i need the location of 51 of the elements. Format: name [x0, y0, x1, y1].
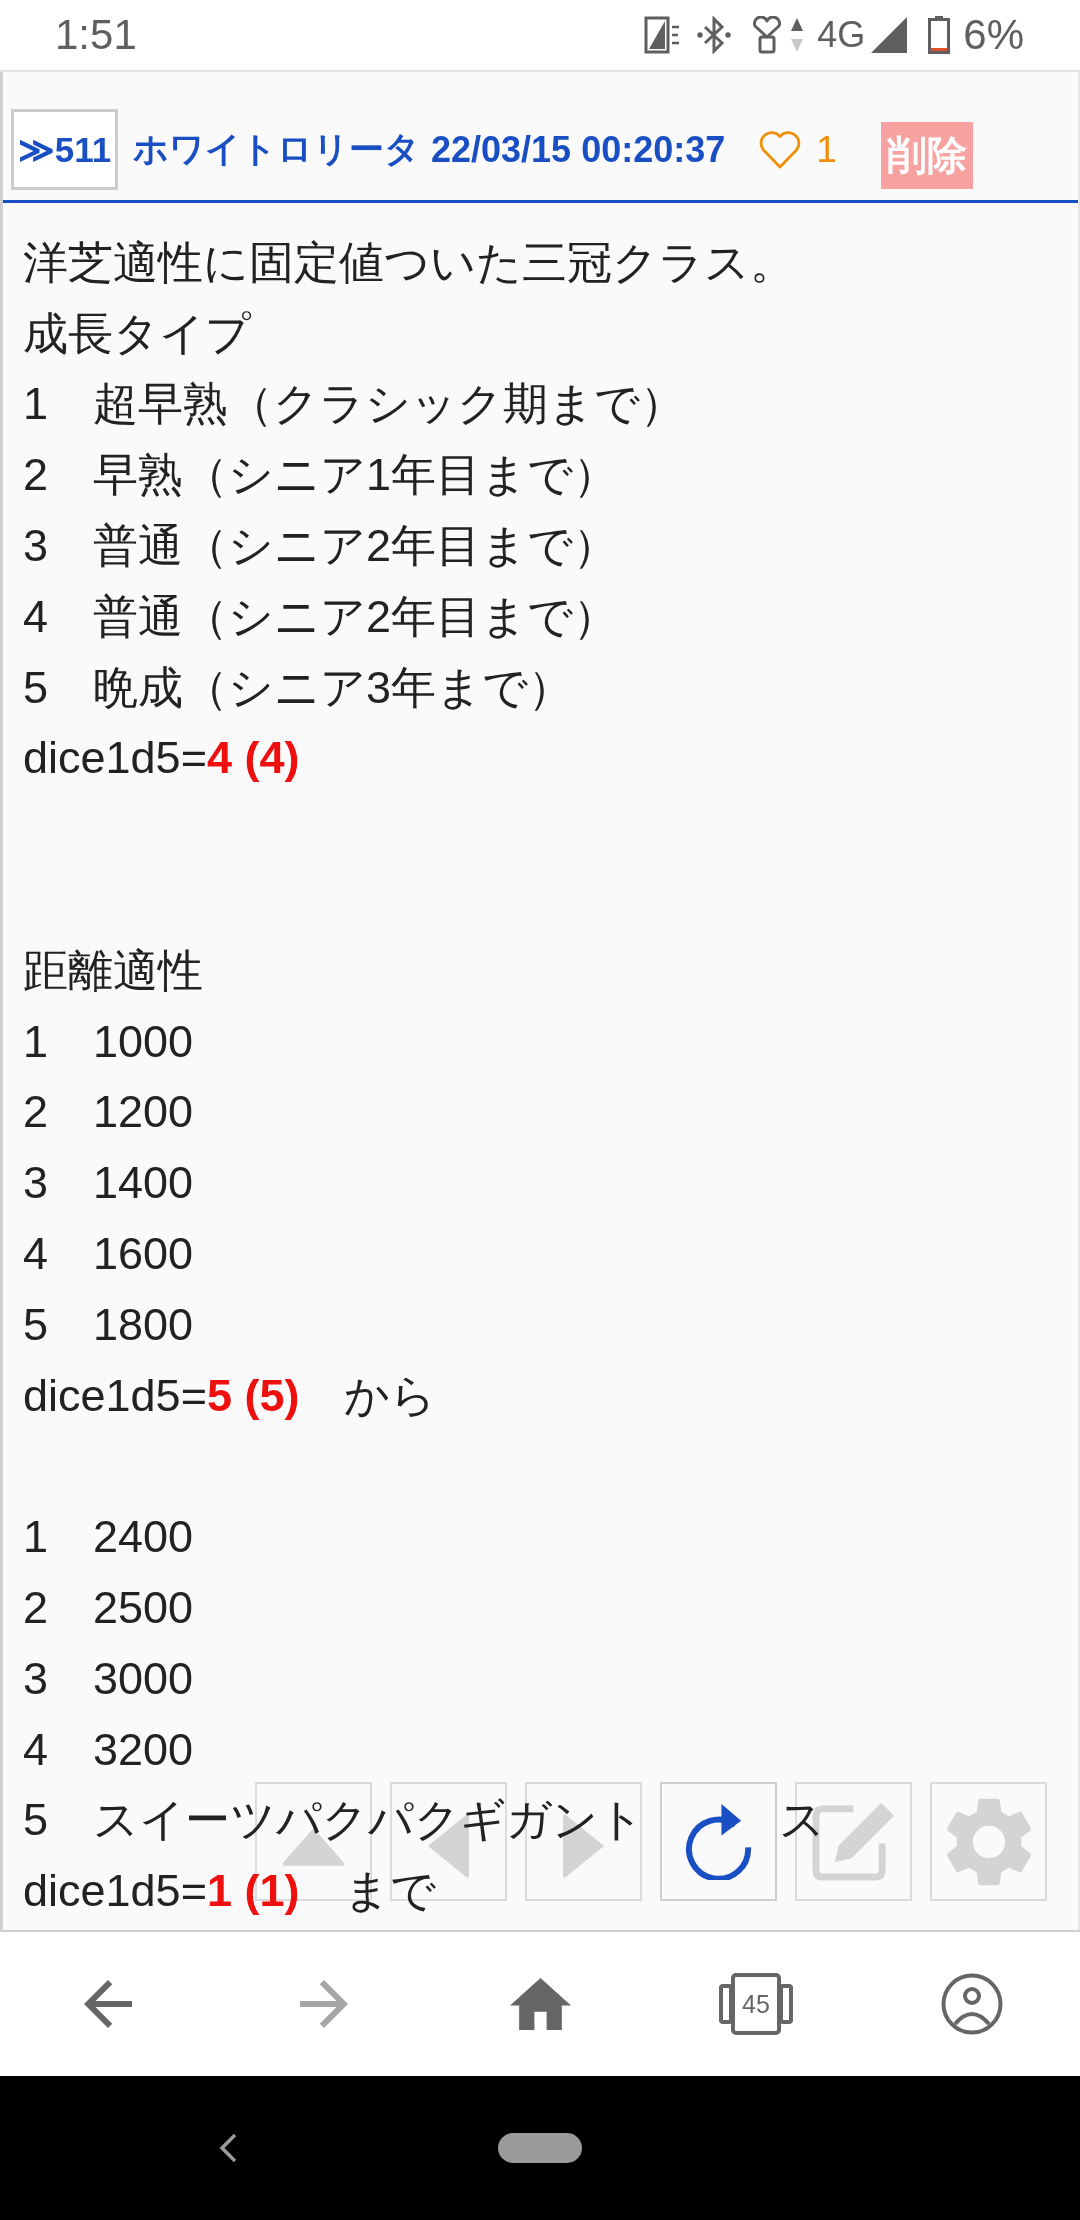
home-pill-icon[interactable]: [498, 2133, 582, 2163]
forward-arrow-icon: [300, 1980, 348, 2028]
battery-percent: 6%: [963, 11, 1024, 59]
author-name[interactable]: ホワイトロリータ: [133, 126, 420, 173]
text-line: 5 1800: [23, 1301, 194, 1347]
text-line: 5 スイーツパクパクギガント: [23, 1797, 645, 1843]
data-arrows-icon: [790, 16, 805, 54]
text-fragment: ス: [779, 1797, 826, 1843]
tab-count: 45: [731, 1973, 781, 2035]
signal-icon: [871, 17, 908, 53]
dice-note: まで: [344, 1868, 437, 1914]
screen-vibrate-icon: [644, 16, 681, 54]
text-line: 洋芝適性に固定値ついた三冠クラス。: [23, 239, 795, 285]
reload-icon: [684, 1803, 753, 1880]
home-icon: [509, 1978, 571, 2030]
text-line: 3 3000: [23, 1655, 194, 1701]
dice-roll-text: dice1d5=4 (4): [23, 735, 300, 781]
back-button[interactable]: [84, 1980, 132, 2028]
text-line: 4 3200: [23, 1726, 194, 1772]
network-type: 4G: [817, 14, 866, 56]
text-line: 1 1000: [23, 1018, 194, 1064]
back-gesture-icon[interactable]: [217, 2133, 239, 2163]
text-line: 3 普通（シニア2年目まで）: [23, 523, 619, 569]
text-line: 成長タイプ: [23, 310, 251, 356]
post-timestamp: 22/03/15 00:20:37: [431, 128, 726, 171]
text-line: 2 早熟（シニア1年目まで）: [23, 452, 619, 498]
home-button[interactable]: [509, 1978, 571, 2030]
text-line: 5 晩成（シニア3年まで）: [23, 664, 574, 710]
text-line: 1 超早熟（クラシック期まで）: [23, 381, 686, 427]
status-time: 1:51: [55, 11, 137, 59]
text-line: 4 普通（シニア2年目まで）: [23, 593, 619, 639]
battery-icon: [928, 16, 951, 54]
dice-roll-text: dice1d5=5 (5): [23, 1372, 300, 1418]
text-line: 3 1400: [23, 1160, 194, 1206]
dice-roll-text: dice1d5=1 (1): [23, 1868, 300, 1914]
account-button[interactable]: [941, 1973, 1003, 2035]
heart-monitor-icon: [751, 16, 784, 54]
reload-button[interactable]: [660, 1782, 777, 1901]
reply-anchor-button[interactable]: ≫511: [11, 109, 118, 190]
text-line: 4 1600: [23, 1231, 194, 1277]
back-arrow-icon: [84, 1980, 132, 2028]
account-icon: [941, 1973, 1003, 2035]
text-line: 距離適性: [23, 947, 203, 993]
bluetooth-icon: [697, 16, 732, 54]
text-line: 2 1200: [23, 1089, 194, 1135]
text-line: 1 2400: [23, 1514, 194, 1560]
tabs-button[interactable]: 45: [719, 1973, 793, 2035]
text-line: 2 2500: [23, 1585, 194, 1631]
like-count: 1: [816, 128, 837, 171]
dice-note: から: [344, 1372, 437, 1418]
settings-icon: [944, 1796, 1033, 1887]
